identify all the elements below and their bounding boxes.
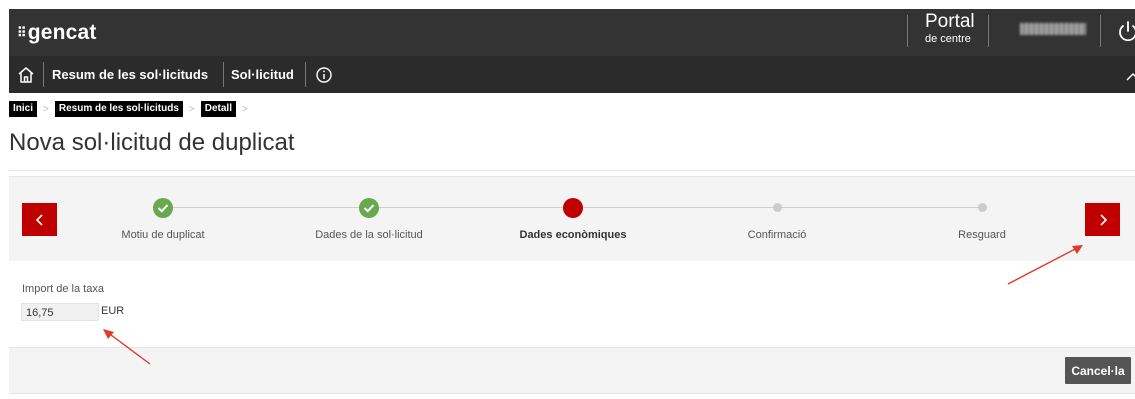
nav-item-resum-sollicituds[interactable]: Resum de les sol·licituds [52, 56, 208, 93]
breadcrumb-item-detall[interactable]: Detall [200, 101, 236, 117]
divider [988, 15, 989, 47]
nav-bar: Resum de les sol·licituds Sol·licitud [9, 56, 1135, 93]
user-name-redacted[interactable] [1020, 23, 1086, 35]
cancel-button[interactable]: Cancel·la [1065, 357, 1131, 384]
gencat-logo-dots-icon: ⠿ [17, 25, 27, 40]
divider [223, 62, 224, 87]
top-bar: ⠿gencat Portal de centre [9, 9, 1135, 56]
breadcrumb: Inici > Resum de les sol·licituds > Deta… [9, 101, 254, 117]
fee-amount-label: Import de la taxa [22, 283, 104, 295]
step-completed-check-icon [359, 198, 379, 218]
portal-title-main: Portal [925, 11, 975, 32]
nav-item-sollicitud[interactable]: Sol·licitud [231, 56, 294, 93]
chevron-up-icon[interactable] [1126, 69, 1135, 81]
breadcrumb-item-resum[interactable]: Resum de les sol·licituds [54, 101, 183, 117]
divider [43, 62, 44, 87]
portal-title[interactable]: Portal de centre [925, 12, 975, 46]
fee-currency-unit: EUR [101, 305, 125, 317]
page-title: Nova sol·licitud de duplicat [9, 129, 295, 156]
action-bar: Cancel·la [9, 347, 1135, 394]
previous-step-button[interactable] [22, 203, 57, 236]
power-icon[interactable] [1115, 17, 1135, 45]
divider [305, 62, 306, 87]
step-pending-indicator [773, 203, 782, 212]
step-label-dades-sollicitud: Dades de la sol·licitud [315, 229, 423, 241]
divider [9, 170, 1135, 171]
step-label-dades-economiques: Dades econòmiques [519, 229, 627, 241]
home-icon[interactable] [16, 65, 36, 85]
step-pending-indicator [978, 203, 987, 212]
step-label-motiu: Motiu de duplicat [121, 229, 205, 241]
divider [907, 15, 908, 47]
step-active-indicator [563, 198, 583, 218]
step-completed-check-icon [153, 198, 173, 218]
step-label-confirmacio: Confirmació [747, 229, 807, 241]
fee-form: Import de la taxa 16,75 EUR [9, 261, 1135, 347]
gencat-logo-text: gencat [27, 21, 97, 44]
breadcrumb-separator: > [43, 103, 49, 115]
breadcrumb-separator: > [188, 103, 195, 115]
next-step-button[interactable] [1085, 203, 1120, 236]
breadcrumb-item-inici[interactable]: Inici [9, 101, 38, 117]
step-label-resguard: Resguard [958, 229, 1006, 241]
breadcrumb-separator: > [241, 103, 248, 115]
wizard-stepper: Motiu de duplicat Dades de la sol·licitu… [9, 176, 1135, 263]
gencat-logo[interactable]: ⠿gencat [17, 21, 97, 45]
divider [1100, 15, 1101, 47]
fee-amount-field[interactable]: 16,75 [21, 303, 99, 321]
portal-title-sub: de centre [925, 33, 971, 45]
info-icon[interactable] [315, 66, 333, 84]
